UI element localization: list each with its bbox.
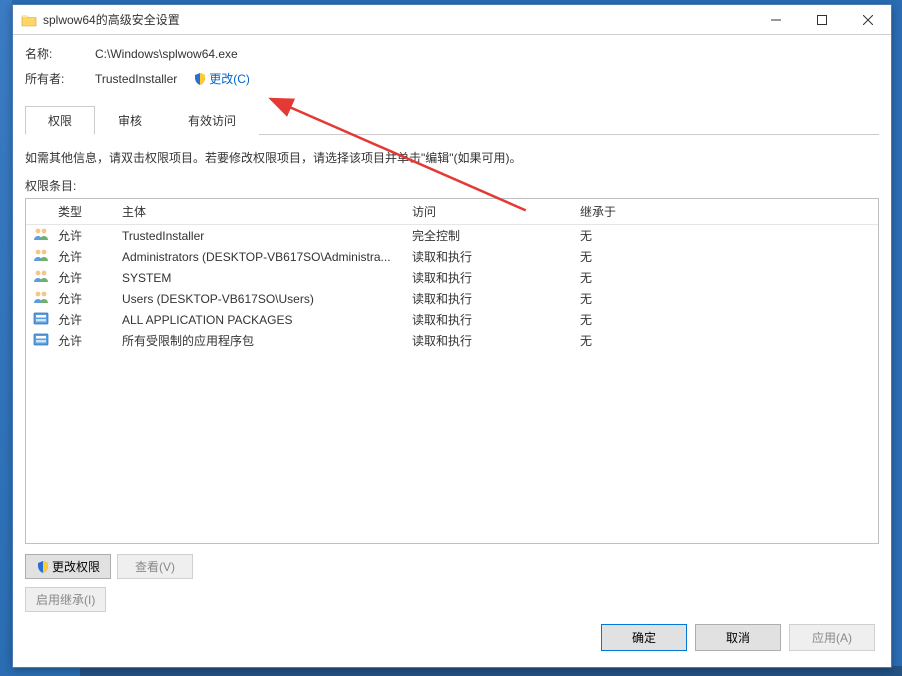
table-row[interactable]: 允许所有受限制的应用程序包读取和执行无 xyxy=(26,330,878,351)
row-access: 读取和执行 xyxy=(406,246,574,267)
window-title: splwow64的高级安全设置 xyxy=(43,11,753,28)
table-row[interactable]: 允许Administrators (DESKTOP-VB617SO\Admini… xyxy=(26,246,878,267)
tab-permissions[interactable]: 权限 xyxy=(25,106,95,135)
row-principal: SYSTEM xyxy=(116,269,406,287)
row-type: 允许 xyxy=(52,267,116,288)
table-row[interactable]: 允许SYSTEM读取和执行无 xyxy=(26,267,878,288)
info-section: 名称: C:\Windows\splwow64.exe 所有者: Trusted… xyxy=(25,45,879,95)
shield-icon xyxy=(193,72,207,86)
owner-label: 所有者: xyxy=(25,70,95,87)
row-access: 读取和执行 xyxy=(406,309,574,330)
row-access: 读取和执行 xyxy=(406,330,574,351)
row-inherit: 无 xyxy=(574,309,878,330)
tab-effective-access[interactable]: 有效访问 xyxy=(165,106,259,135)
entries-label: 权限条目: xyxy=(25,177,879,194)
row-principal: Administrators (DESKTOP-VB617SO\Administ… xyxy=(116,248,406,266)
cancel-button[interactable]: 取消 xyxy=(695,624,781,651)
row-principal: Users (DESKTOP-VB617SO\Users) xyxy=(116,290,406,308)
row-icon xyxy=(26,245,52,268)
titlebar[interactable]: splwow64的高级安全设置 xyxy=(13,5,891,35)
row-type: 允许 xyxy=(52,330,116,351)
desktop-background xyxy=(0,0,12,676)
row-access: 完全控制 xyxy=(406,225,574,246)
col-header-icon xyxy=(26,199,52,224)
content-area: 名称: C:\Windows\splwow64.exe 所有者: Trusted… xyxy=(13,35,891,667)
enable-inherit-button[interactable]: 启用继承(I) xyxy=(25,587,106,612)
name-row: 名称: C:\Windows\splwow64.exe xyxy=(25,45,879,62)
apply-button[interactable]: 应用(A) xyxy=(789,624,875,651)
instruction-text: 如需其他信息，请双击权限项目。若要修改权限项目，请选择该项目并单击"编辑"(如果… xyxy=(25,149,879,167)
col-header-principal[interactable]: 主体 xyxy=(116,199,406,224)
folder-icon xyxy=(21,13,37,27)
tab-audit[interactable]: 审核 xyxy=(95,106,165,135)
row-access: 读取和执行 xyxy=(406,288,574,309)
view-button[interactable]: 查看(V) xyxy=(117,554,193,579)
table-row[interactable]: 允许ALL APPLICATION PACKAGES读取和执行无 xyxy=(26,309,878,330)
minimize-button[interactable] xyxy=(753,5,799,34)
row-icon xyxy=(26,308,52,331)
table-row[interactable]: 允许Users (DESKTOP-VB617SO\Users)读取和执行无 xyxy=(26,288,878,309)
row-inherit: 无 xyxy=(574,246,878,267)
col-header-inherit[interactable]: 继承于 xyxy=(574,199,878,224)
owner-row: 所有者: TrustedInstaller 更改(C) xyxy=(25,70,879,87)
inherit-row: 启用继承(I) xyxy=(25,587,879,612)
row-icon xyxy=(26,225,52,247)
table-row[interactable]: 允许TrustedInstaller完全控制无 xyxy=(26,225,878,246)
row-principal: TrustedInstaller xyxy=(116,227,406,245)
ok-button[interactable]: 确定 xyxy=(601,624,687,651)
row-inherit: 无 xyxy=(574,330,878,351)
row-type: 允许 xyxy=(52,225,116,246)
window-buttons xyxy=(753,5,891,34)
col-header-access[interactable]: 访问 xyxy=(406,199,574,224)
row-principal: ALL APPLICATION PACKAGES xyxy=(116,311,406,329)
row-icon xyxy=(26,266,52,289)
tabs: 权限 审核 有效访问 xyxy=(25,105,879,135)
maximize-button[interactable] xyxy=(799,5,845,34)
advanced-security-window: splwow64的高级安全设置 名称: C:\Windows\splwow64.… xyxy=(12,4,892,668)
change-owner-link[interactable]: 更改(C) xyxy=(193,70,250,87)
list-body: 允许TrustedInstaller完全控制无允许Administrators … xyxy=(26,225,878,543)
dialog-footer: 确定 取消 应用(A) xyxy=(25,612,879,655)
change-permissions-button[interactable]: 更改权限 xyxy=(25,554,111,579)
row-inherit: 无 xyxy=(574,288,878,309)
row-type: 允许 xyxy=(52,288,116,309)
row-type: 允许 xyxy=(52,246,116,267)
row-type: 允许 xyxy=(52,309,116,330)
row-icon xyxy=(26,329,52,352)
change-permissions-label: 更改权限 xyxy=(52,558,100,575)
action-buttons-row: 更改权限 查看(V) xyxy=(25,554,879,579)
name-value: C:\Windows\splwow64.exe xyxy=(95,47,238,61)
col-header-type[interactable]: 类型 xyxy=(52,199,116,224)
permissions-list: 类型 主体 访问 继承于 允许TrustedInstaller完全控制无允许Ad… xyxy=(25,198,879,544)
row-inherit: 无 xyxy=(574,267,878,288)
row-inherit: 无 xyxy=(574,225,878,246)
owner-value: TrustedInstaller xyxy=(95,72,177,86)
row-principal: 所有受限制的应用程序包 xyxy=(116,330,406,351)
change-owner-text: 更改(C) xyxy=(209,70,250,87)
list-header[interactable]: 类型 主体 访问 继承于 xyxy=(26,199,878,225)
row-access: 读取和执行 xyxy=(406,267,574,288)
shield-icon xyxy=(36,560,50,574)
row-icon xyxy=(26,287,52,310)
close-button[interactable] xyxy=(845,5,891,34)
name-label: 名称: xyxy=(25,45,95,62)
